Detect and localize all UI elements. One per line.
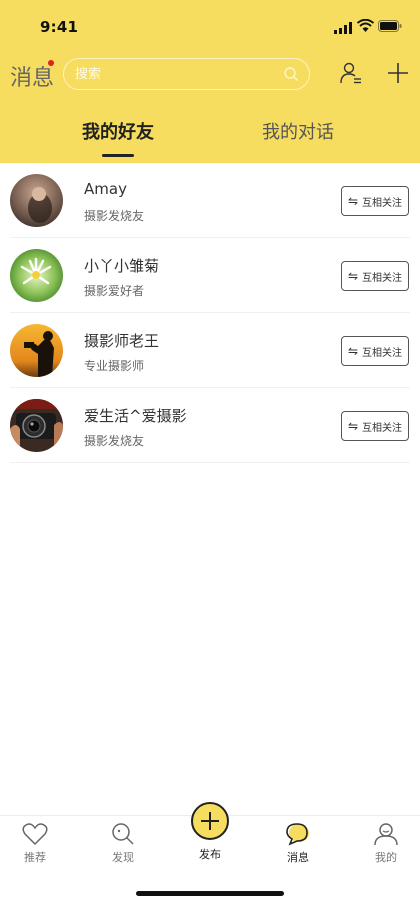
- header: 9:41 消息 搜索 我的好友 我的对话: [0, 0, 420, 163]
- mutual-follow-button[interactable]: ⇋ 互相关注: [341, 411, 409, 441]
- active-tab-indicator: [102, 154, 134, 157]
- mutual-follow-button[interactable]: ⇋ 互相关注: [341, 261, 409, 291]
- heart-icon: [22, 823, 48, 846]
- follow-label: 互相关注: [362, 422, 403, 434]
- friend-description: 摄影发烧友: [84, 434, 145, 448]
- avatar[interactable]: [10, 324, 63, 377]
- follow-label: 互相关注: [362, 347, 403, 359]
- mutual-follow-icon: ⇋: [347, 419, 359, 433]
- mutual-follow-icon: ⇋: [347, 194, 359, 208]
- tab-my-conversations[interactable]: 我的对话: [262, 118, 334, 144]
- nav-label: 消息: [287, 851, 309, 864]
- add-icon[interactable]: [386, 61, 410, 85]
- plus-icon[interactable]: [191, 802, 229, 840]
- nav-discover[interactable]: 发现: [93, 822, 153, 865]
- friend-row[interactable]: Amay 摄影发烧友 ⇋ 互相关注: [0, 163, 420, 238]
- cellular-signal-icon: [334, 22, 352, 34]
- messages-screen: 9:41 消息 搜索 我的好友 我的对话 Amay 摄影发烧友 ⇋ 互相关注 小…: [0, 0, 420, 909]
- search-icon[interactable]: [283, 66, 299, 82]
- friend-name: Amay: [84, 180, 127, 198]
- page-title: 消息: [10, 66, 55, 91]
- contacts-icon[interactable]: [339, 61, 363, 85]
- avatar[interactable]: [10, 399, 63, 452]
- profile-icon: [374, 823, 398, 846]
- top-bar: 消息: [0, 52, 420, 96]
- status-bar: 9:41: [0, 0, 420, 52]
- search-input[interactable]: [75, 59, 275, 89]
- home-indicator[interactable]: [136, 891, 284, 896]
- mutual-follow-button[interactable]: ⇋ 互相关注: [341, 336, 409, 366]
- friend-row[interactable]: 小丫小雏菊 摄影爱好者 ⇋ 互相关注: [0, 238, 420, 313]
- avatar[interactable]: [10, 174, 63, 227]
- notification-dot: [48, 60, 54, 66]
- nav-messages[interactable]: 消息: [268, 822, 328, 865]
- status-time: 9:41: [40, 18, 79, 36]
- nav-label: 我的: [375, 851, 397, 864]
- mutual-follow-button[interactable]: ⇋ 互相关注: [341, 186, 409, 216]
- friend-name: 爱生活^爱摄影: [84, 407, 187, 425]
- friend-description: 专业摄影师: [84, 359, 145, 373]
- follow-label: 互相关注: [362, 272, 403, 284]
- search-bar[interactable]: [63, 58, 310, 90]
- chat-icon: [286, 823, 309, 846]
- friend-row[interactable]: 摄影师老王 专业摄影师 ⇋ 互相关注: [0, 313, 420, 388]
- friend-row[interactable]: 爱生活^爱摄影 摄影发烧友 ⇋ 互相关注: [0, 388, 420, 463]
- tab-bar: 我的好友 我的对话: [0, 110, 420, 160]
- friends-list: Amay 摄影发烧友 ⇋ 互相关注 小丫小雏菊 摄影爱好者 ⇋ 互相关注 摄影师…: [0, 163, 420, 463]
- avatar[interactable]: [10, 249, 63, 302]
- friend-name: 摄影师老王: [84, 332, 160, 350]
- battery-icon: [378, 20, 402, 32]
- nav-label: 发现: [112, 851, 134, 864]
- nav-label: 推荐: [24, 851, 46, 864]
- friend-description: 摄影发烧友: [84, 209, 145, 223]
- search-icon: [112, 823, 134, 845]
- nav-publish[interactable]: 发布: [180, 802, 240, 862]
- tab-my-friends[interactable]: 我的好友: [82, 118, 154, 144]
- mutual-follow-icon: ⇋: [347, 344, 359, 358]
- follow-label: 互相关注: [362, 197, 403, 209]
- wifi-icon: [357, 19, 374, 32]
- friend-description: 摄影爱好者: [84, 284, 145, 298]
- nav-label: 发布: [199, 848, 221, 861]
- friend-name: 小丫小雏菊: [84, 257, 160, 275]
- mutual-follow-icon: ⇋: [347, 269, 359, 283]
- divider: [10, 462, 410, 463]
- nav-recommend[interactable]: 推荐: [5, 822, 65, 865]
- nav-profile[interactable]: 我的: [356, 822, 416, 865]
